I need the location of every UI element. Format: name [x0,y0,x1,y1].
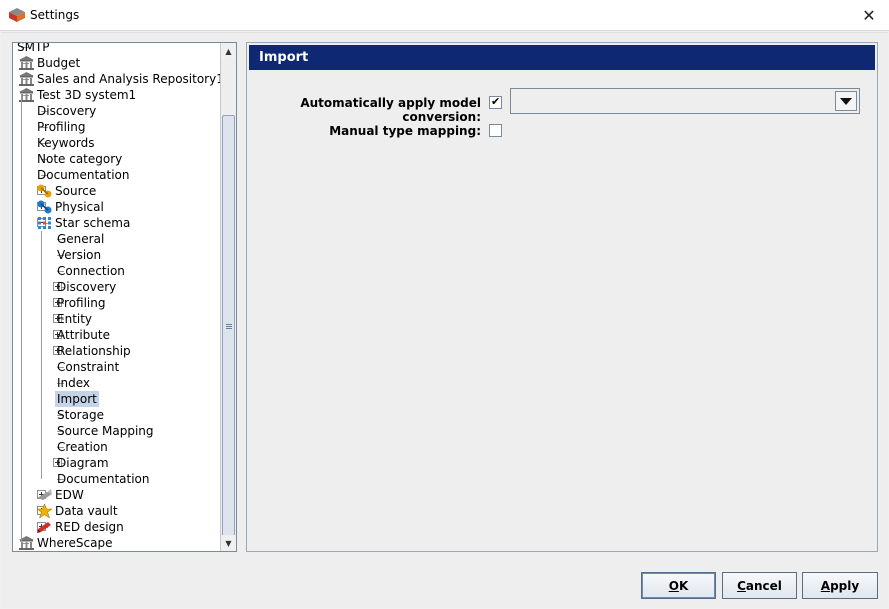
tree-item-label: Relationship [57,344,131,358]
tree-item[interactable]: Discovery [13,279,221,295]
arrow-down-icon: ▼ [225,538,232,548]
tree-item[interactable]: Keywords [13,135,221,151]
close-icon: ✕ [862,6,876,25]
tree-item-label: Storage [57,408,104,422]
tree-item[interactable]: Diagram [13,455,221,471]
tree-item-label: Note category [37,152,123,166]
chevron-down-icon [840,97,852,105]
tree-item[interactable]: Version [13,247,221,263]
tree-item[interactable]: Profiling [13,295,221,311]
tree-item[interactable]: General [13,231,221,247]
tree-item[interactable]: Documentation [13,167,221,183]
tree-item-label: Entity [57,312,93,326]
tree-item-label: Test 3D system1 [37,88,137,102]
tree-item-label: Sales and Analysis Repository1 [37,72,221,86]
tree-item[interactable]: Source [13,183,221,199]
tree-item-label: EDW [55,488,84,502]
tree-item-label: WhereScape [37,536,113,550]
tree-item-label: Attribute [57,328,110,342]
manual-mapping-checkbox[interactable] [489,124,502,137]
tree-item[interactable]: Discovery [13,103,221,119]
tree-item[interactable]: Source Mapping [13,423,221,439]
tree-item-label: Documentation [37,168,130,182]
tree-item[interactable]: Creation [13,439,221,455]
tree-item[interactable]: Documentation [13,471,221,487]
tree-item[interactable]: RED design [13,519,221,535]
tree-item[interactable]: Relationship [13,343,221,359]
ok-button[interactable]: OK [641,572,716,599]
tree-item[interactable]: EDW [13,487,221,503]
grip-line [226,328,232,329]
tree-item-label: Version [57,248,102,262]
tree-item[interactable]: Budget [13,55,221,71]
tree-item-label: Profiling [57,296,106,310]
tree-item-label: Source [55,184,97,198]
tree-item[interactable]: Note category [13,151,221,167]
scroll-down-button[interactable]: ▼ [221,535,236,551]
tree-item[interactable]: WhereScape [13,535,221,551]
tree-item[interactable]: Sales and Analysis Repository1 [13,71,221,87]
tree-item-label: Source Mapping [57,424,154,438]
tree-item[interactable]: Test 3D system1 [13,87,221,103]
import-settings-panel: Import Automatically apply model convers… [246,42,878,552]
section-title: Import [249,45,875,70]
tree-item-label: Physical [55,200,104,214]
tree-item[interactable]: Star schema [13,215,221,231]
tree-connector [41,231,42,479]
tree-item-label: Index [57,376,91,390]
tree-item-label: Import [55,391,99,407]
dropdown-button[interactable] [835,91,857,111]
tree-item[interactable]: Profiling [13,119,221,135]
tree-item-label: General [57,232,105,246]
tree-item[interactable]: Index [13,375,221,391]
close-button[interactable]: ✕ [849,0,889,31]
tree-item-label: SMTP [17,43,50,54]
tree-item-label: Keywords [37,136,95,150]
tree-item-label: Budget [37,56,81,70]
apply-button[interactable]: Apply [802,572,878,599]
tree-item[interactable]: Import [13,391,221,407]
tree-item-label: Diagram [57,456,109,470]
auto-convert-label: Automatically apply model conversion: [300,96,481,124]
tree-item[interactable]: Physical [13,199,221,215]
tree-item-label: Profiling [37,120,86,134]
tree-item[interactable]: Entity [13,311,221,327]
tree-item[interactable]: Storage [13,407,221,423]
tree-item-label: Data vault [55,504,118,518]
scroll-up-button[interactable]: ▲ [221,43,236,59]
tree-item[interactable]: Data vault [13,503,221,519]
tree-item[interactable]: Constraint [13,359,221,375]
arrow-up-icon: ▲ [225,46,232,56]
auto-convert-checkbox[interactable] [489,95,502,109]
grip-line [226,326,232,327]
tree-item[interactable]: Attribute [13,327,221,343]
cancel-button[interactable]: Cancel [722,572,797,599]
tree-item-label: RED design [55,520,124,534]
grip-line [226,324,232,325]
scrollbar-thumb[interactable] [222,115,235,541]
window-title: Settings [30,8,80,22]
dialog-body: SMTP Budget Sales and Analysis Repository1… [1,32,888,608]
app-logo-icon [9,8,25,22]
settings-tree-panel: SMTP Budget Sales and Analysis Repository1… [12,42,237,552]
tree-item-label: Star schema [55,216,131,230]
conversion-model-select[interactable] [510,88,860,114]
tree-item[interactable]: Connection [13,263,221,279]
tree-item-label: Constraint [57,360,120,374]
manual-mapping-label: Manual type mapping: [329,124,481,138]
tree-item-label: Documentation [57,472,150,486]
tree-item-label: Connection [57,264,125,278]
tree-item-label: Discovery [37,104,97,118]
tree-item-label: Discovery [57,280,117,294]
tree-item-label: Creation [57,440,108,454]
tree-connector [21,95,22,543]
title-bar: Settings ✕ [0,0,889,31]
settings-tree[interactable]: SMTP Budget Sales and Analysis Repository1… [13,43,221,551]
tree-item[interactable]: SMTP [13,43,221,55]
tree-scrollbar[interactable]: ▲ ▼ [220,43,236,551]
